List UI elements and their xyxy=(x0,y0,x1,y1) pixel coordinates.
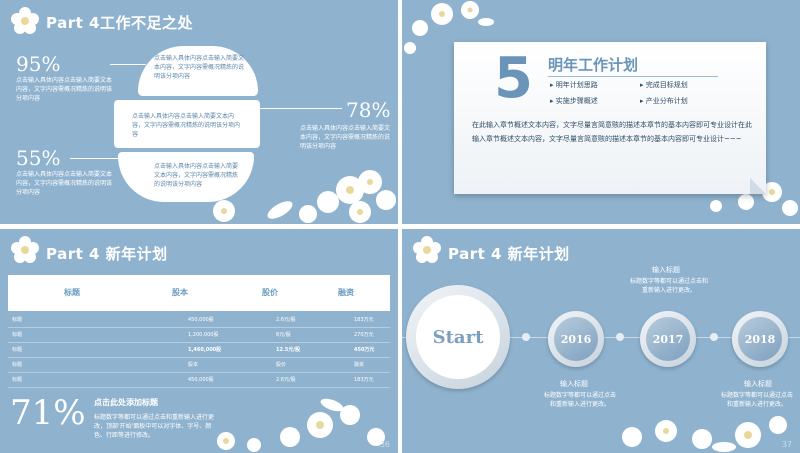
section-heading: 明年工作计划 xyxy=(548,56,639,74)
circle-slice-middle[interactable]: 点击输入具体内容点击输入简要文本内容，文字内容需概况精炼的说明该分项内容 xyxy=(114,100,260,148)
section-number: 5 xyxy=(494,46,533,111)
flower-decoration-icon xyxy=(622,416,787,452)
connector-line xyxy=(110,64,146,65)
table-cell: 标题 xyxy=(12,377,23,383)
table-row[interactable]: 标题 1,200,000股 6元/股 270万元 xyxy=(8,328,390,343)
bullet-2: ▸ 完成目标规划 xyxy=(640,81,688,89)
timeline-dot xyxy=(522,333,530,341)
table-row[interactable]: 标题 1,460,000股 12.5元/股 450万元 xyxy=(8,343,390,358)
desc-55: 点击输入具体内容点击输入简要文本内容，文字内容需概况精炼的说明该分项内容 xyxy=(16,171,113,196)
section-paragraph: 在此输入章节概述文本内容，文字尽量言简意赅的描述本章节的基本内容即可专业设计在此… xyxy=(472,121,752,143)
milestone-title-2017: 输入标题 xyxy=(652,266,680,274)
table-cell: 450,000股 xyxy=(188,317,214,323)
year-2018-node[interactable]: 2018 xyxy=(732,311,788,367)
slice-text: 点击输入具体内容点击输入简要文本内容，文字内容需概况精炼的说明该分项内容 xyxy=(132,113,241,138)
timeline-dot xyxy=(616,333,624,341)
start-label: Start xyxy=(432,326,484,348)
slide-new-year-plan-table[interactable]: Part 4 新年计划 标题 股本 股价 融资 标题 450,000股 2.6元… xyxy=(0,229,398,453)
table-cell: 标题 xyxy=(12,332,23,338)
add-desc: 标题数字等都可以通过点击和重新输入进行更改，顶部'开始'面板中可以对字体、字号、… xyxy=(94,414,215,439)
add-title: 点击此处添加标题 xyxy=(94,398,158,407)
circle-slice-top[interactable]: 点击输入具体内容点击输入简要文本内容，文字内容需概况精炼的说明该分项内容 xyxy=(138,46,258,96)
circle-slice-bottom[interactable]: 点击输入具体内容点击输入简要文本内容，文字内容需概况精炼的说明该分项内容 xyxy=(118,152,254,202)
column-header: 融资 xyxy=(338,288,354,297)
table-cell: 12.5元/股 xyxy=(276,347,301,353)
slide-work-shortcomings[interactable]: Part 4工作不足之处 95% 点击输入具体内容点击输入简要文本内容，文字内容… xyxy=(0,0,398,224)
table-cell: 2.6元/股 xyxy=(276,377,296,383)
table-cell: 标题 xyxy=(12,347,23,353)
slide-next-year-plan[interactable]: 5 明年工作计划 ▸ 明年计划思路 ▸ 完成目标规划 ▸ 实施步骤概述 ▸ 产业… xyxy=(402,0,800,224)
milestone-desc-2017: 标题数字等都可以通过点击和重新输入进行更改。 xyxy=(630,278,709,294)
percent-95: 95% xyxy=(16,52,61,76)
milestone-title-2018: 输入标题 xyxy=(744,380,772,388)
year-2017-node[interactable]: 2017 xyxy=(640,311,696,367)
slide-title: Part 4工作不足之处 xyxy=(46,14,193,32)
page-curl-corner xyxy=(750,178,766,194)
column-header: 股价 xyxy=(262,288,278,297)
bullet-4: ▸ 产业分布计划 xyxy=(640,97,688,105)
table-row[interactable]: 标题 450,000股 2.6元/股 183万元 xyxy=(8,373,390,388)
slide-title: Part 4 新年计划 xyxy=(448,245,570,263)
year-label: 2017 xyxy=(646,317,690,361)
milestone-desc-2018: 标题数字等都可以通过点击和重新输入进行更改。 xyxy=(720,392,793,408)
table-cell: 1,460,000股 xyxy=(188,347,222,353)
year-2016-node[interactable]: 2016 xyxy=(548,311,604,367)
bullet-text: 完成目标规划 xyxy=(645,81,688,89)
slice-text: 点击输入具体内容点击输入简要文本内容，文字内容需概况精炼的说明该分项内容 xyxy=(154,163,239,188)
table-cell: 183万元 xyxy=(354,317,374,323)
timeline-dot xyxy=(710,333,718,341)
flower-icon xyxy=(11,236,39,263)
table-cell: 450,000股 xyxy=(188,377,214,383)
table-header: 标题 股本 股价 融资 xyxy=(8,275,390,311)
page-number: 37 xyxy=(781,440,792,449)
bullet-text: 明年计划思路 xyxy=(555,81,598,89)
slice-text: 点击输入具体内容点击输入简要文本内容，文字内容需概况精炼的说明该分项内容 xyxy=(154,55,245,80)
table-cell: 标题 xyxy=(12,362,23,368)
bullet-1: ▸ 明年计划思路 xyxy=(550,81,598,89)
desc-95: 点击输入具体内容点击输入简要文本内容，文字内容需概况精炼的说明该分项内容 xyxy=(16,77,113,102)
table-cell: 1,200,000股 xyxy=(188,332,219,338)
year-label: 2016 xyxy=(554,317,598,361)
table-cell: 股价 xyxy=(276,362,287,368)
flower-icon xyxy=(413,236,441,263)
connector-line xyxy=(256,108,342,109)
page-number: 36 xyxy=(379,440,390,449)
percent-55: 55% xyxy=(16,146,61,170)
flower-decoration-icon xyxy=(217,398,385,452)
milestone-desc-2016: 标题数字等都可以通过点击和重新输入进行更改。 xyxy=(544,392,617,408)
slide-title: Part 4 新年计划 xyxy=(46,245,168,263)
bullet-text: 产业分布计划 xyxy=(645,97,688,105)
bullet-text: 实施步骤概述 xyxy=(555,97,598,105)
table-cell: 270万元 xyxy=(354,332,374,338)
year-label: 2018 xyxy=(738,317,782,361)
table-row[interactable]: 标题 450,000股 2.6元/股 183万元 xyxy=(8,313,390,328)
big-percent: 71% xyxy=(10,393,86,433)
table-row[interactable]: 标题 股本 股价 融资 xyxy=(8,358,390,373)
table-cell: 183万元 xyxy=(354,377,374,383)
plan-card[interactable]: 5 明年工作计划 ▸ 明年计划思路 ▸ 完成目标规划 ▸ 实施步骤概述 ▸ 产业… xyxy=(454,42,766,194)
divider xyxy=(548,76,718,77)
column-header: 股本 xyxy=(172,288,188,297)
table-cell: 6元/股 xyxy=(276,332,291,338)
flower-icon xyxy=(213,200,235,222)
flower-icon xyxy=(11,7,39,34)
milestone-title-2016: 输入标题 xyxy=(560,380,588,388)
table-cell: 融资 xyxy=(354,362,365,368)
table-cell: 股本 xyxy=(188,362,199,368)
percent-78: 78% xyxy=(346,98,391,122)
flower-decoration-icon xyxy=(267,170,396,223)
start-circle[interactable]: Start xyxy=(406,285,510,389)
table-cell: 2.6元/股 xyxy=(276,317,296,323)
desc-78: 点击输入具体内容点击输入简要文本内容，文字内容需概况精炼的说明该分项内容 xyxy=(300,125,391,150)
bullet-3: ▸ 实施步骤概述 xyxy=(550,97,598,105)
table-cell: 标题 xyxy=(12,317,23,323)
slide-new-year-plan-timeline[interactable]: Part 4 新年计划 Start 2016 2017 2018 输入标题 标题… xyxy=(402,229,800,453)
table-cell: 450万元 xyxy=(354,347,375,353)
column-header: 标题 xyxy=(64,288,80,297)
